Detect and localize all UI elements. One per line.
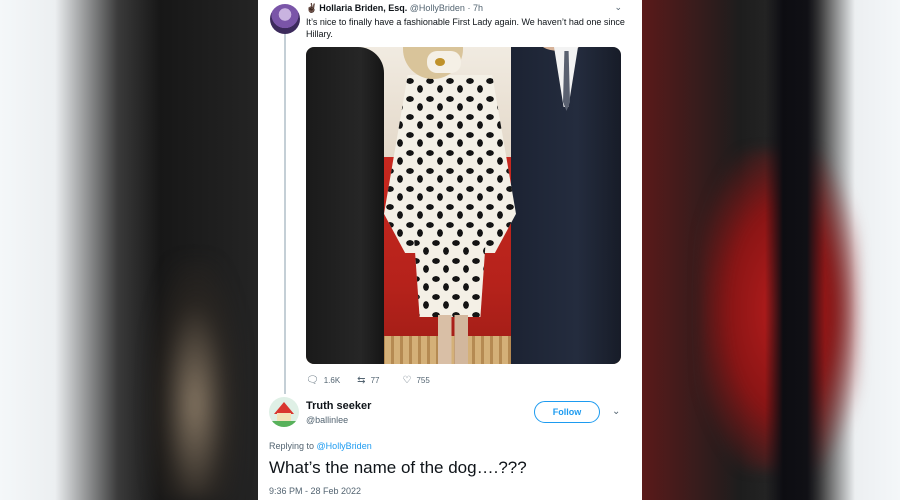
tweet-header: ✌🏿 Hollaria Briden, Esq. @HollyBriden · 7… [306, 3, 483, 14]
heart-icon: ♡ [402, 374, 412, 386]
retweet-icon: ⇆ [357, 374, 366, 386]
replying-prefix: Replying to [269, 441, 315, 451]
chevron-down-icon[interactable]: ⌄ [614, 2, 622, 13]
reply-author-avatar[interactable] [269, 397, 299, 427]
tweet-text: It’s nice to finally have a fashionable … [306, 17, 625, 39]
reply-text: What’s the name of the dog….??? [269, 458, 527, 477]
blurred-background-right [642, 0, 900, 500]
reply-author-name[interactable]: Truth seeker [306, 400, 371, 412]
author-name[interactable]: Hollaria Briden, Esq. [319, 3, 407, 13]
replying-to-link[interactable]: @HollyBriden [317, 441, 372, 451]
retweet-action[interactable]: ⇆ 77 [357, 375, 379, 386]
reply-action[interactable]: 🗨 1.6K [306, 375, 340, 386]
tweet-card: ✌🏿 Hollaria Briden, Esq. @HollyBriden · 7… [258, 0, 642, 500]
like-count: 755 [416, 375, 430, 385]
follow-button[interactable]: Follow [534, 401, 600, 423]
replying-to: Replying to @HollyBriden [269, 441, 372, 451]
tweet-age[interactable]: 7h [473, 3, 483, 13]
retweet-count: 77 [370, 375, 380, 385]
thread-line [284, 34, 286, 394]
separator-dot: · [467, 3, 471, 13]
reply-author-handle[interactable]: @ballinlee [306, 415, 348, 425]
author-handle[interactable]: @HollyBriden [410, 3, 465, 13]
tweet-actions: 🗨 1.6K ⇆ 77 ♡ 755 [306, 373, 450, 387]
reply-count: 1.6K [323, 375, 341, 385]
author-avatar[interactable] [270, 4, 300, 34]
reply-timestamp[interactable]: 9:36 PM - 28 Feb 2022 [269, 486, 361, 496]
blurred-background-left [0, 0, 258, 500]
peace-hand-emoji: ✌🏿 [306, 3, 318, 13]
like-action[interactable]: ♡ 755 [402, 375, 429, 386]
chevron-down-icon[interactable]: ⌄ [612, 406, 620, 417]
reply-icon: 🗨 [306, 374, 319, 386]
tweet-photo[interactable] [306, 47, 621, 364]
